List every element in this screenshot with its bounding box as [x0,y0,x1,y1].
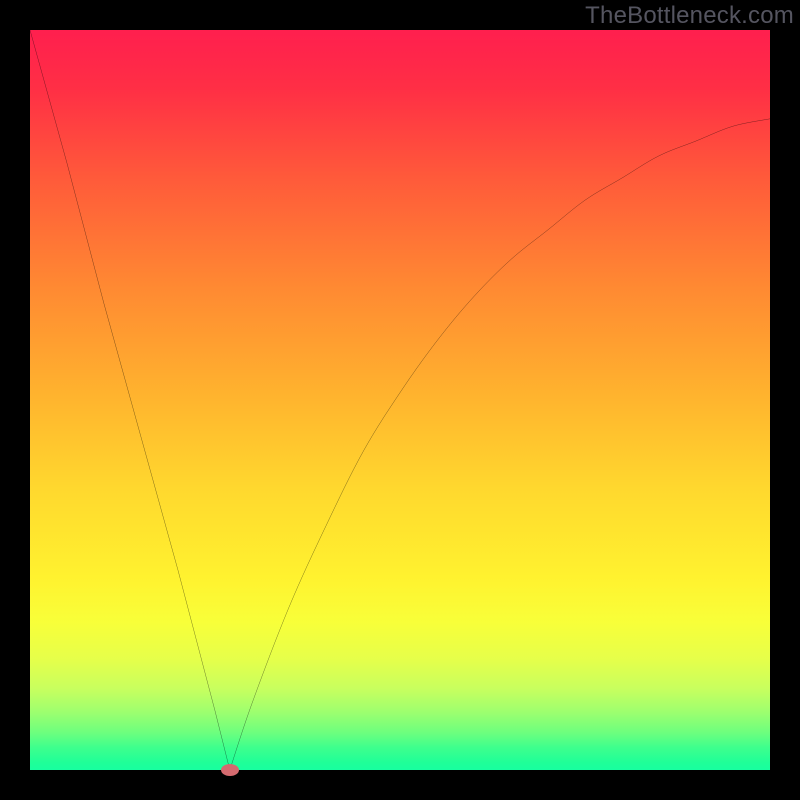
chart-frame: TheBottleneck.com [0,0,800,800]
gradient-background [30,30,770,770]
plot-area [30,30,770,770]
watermark-text: TheBottleneck.com [585,2,794,30]
